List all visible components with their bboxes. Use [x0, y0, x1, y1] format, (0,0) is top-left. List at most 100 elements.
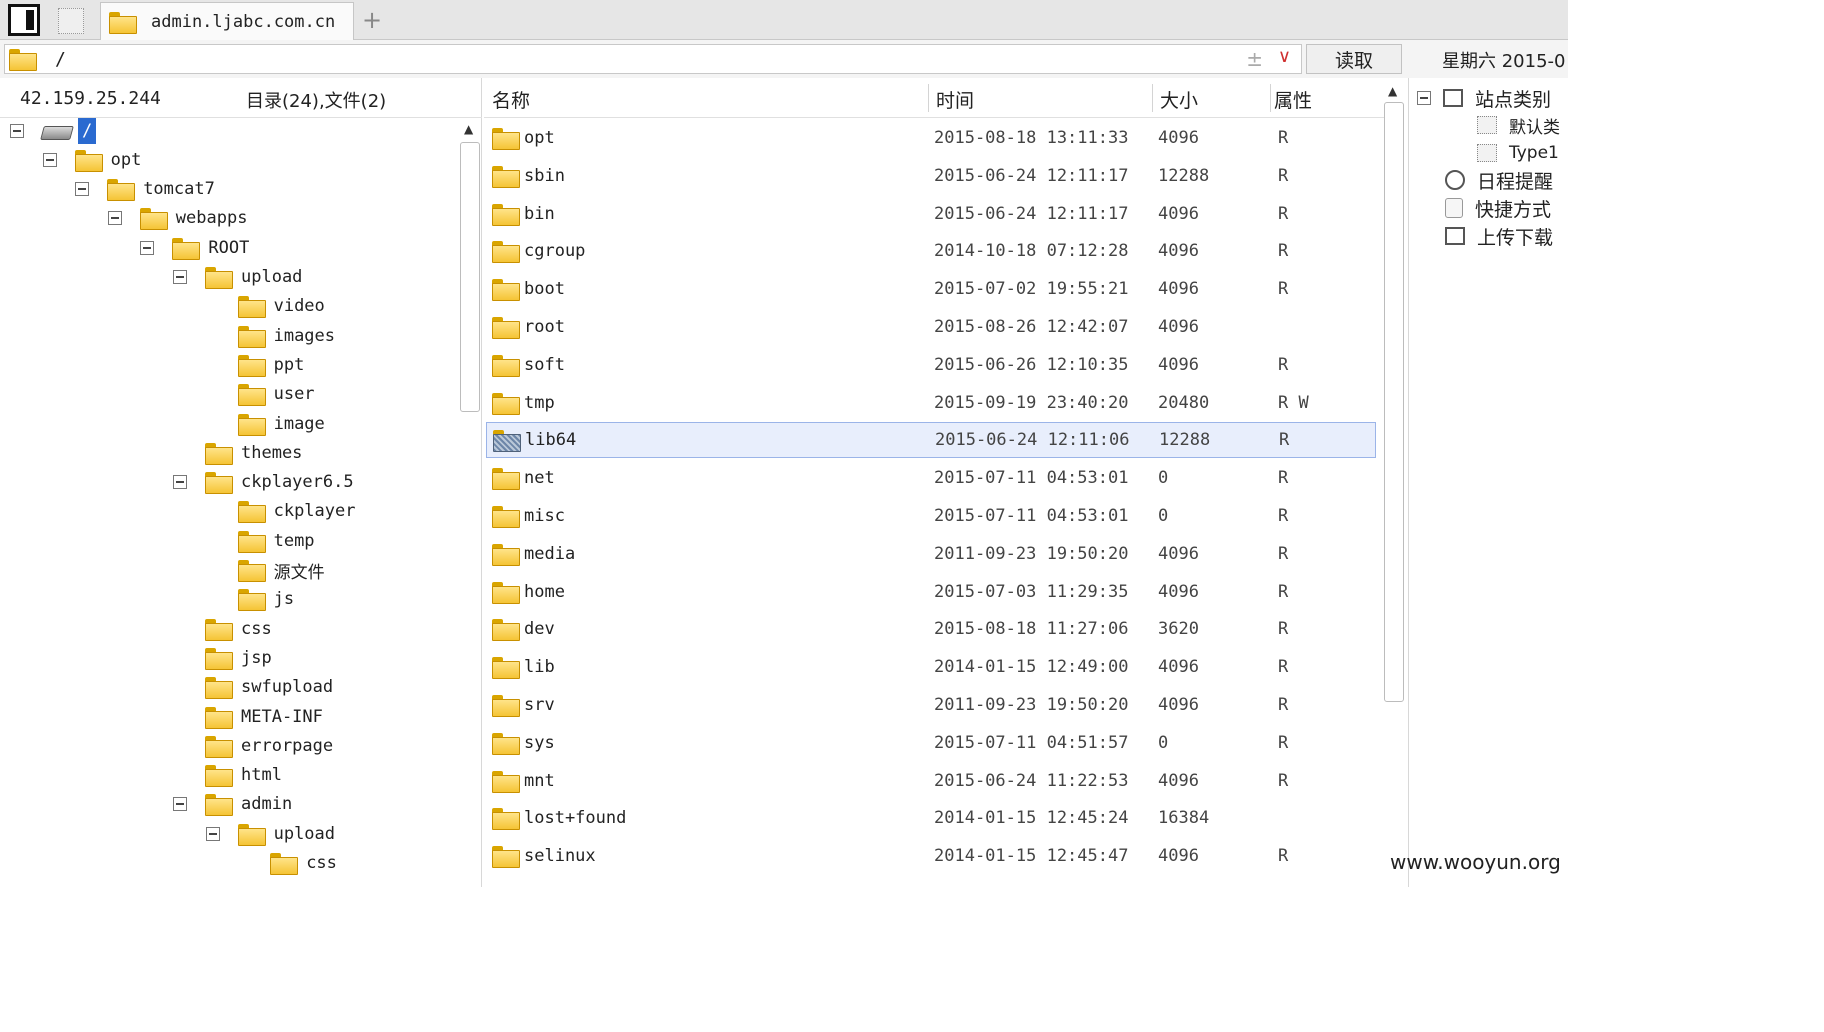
column-divider[interactable]	[928, 84, 929, 112]
file-attr: R	[1278, 128, 1289, 148]
new-tab-plus-icon[interactable]: +	[360, 6, 384, 34]
collapse-toggle-icon[interactable]	[10, 123, 24, 138]
file-row[interactable]: cgroup 2014-10-18 07:12:28 4096 R	[486, 233, 1376, 269]
header-attr[interactable]: 属性	[1274, 86, 1312, 113]
scroll-up-icon[interactable]: ▲	[464, 122, 473, 136]
collapse-toggle-icon[interactable]	[107, 211, 122, 226]
scroll-thumb[interactable]	[460, 142, 480, 412]
file-attr: R	[1278, 543, 1289, 564]
tree-node[interactable]: ckplayer6.5	[173, 468, 354, 497]
tree-node-site-category[interactable]: 站点类别	[1417, 84, 1551, 112]
tree-node[interactable]: webapps	[107, 204, 247, 233]
file-row[interactable]: lib 2014-01-15 12:49:00 4096 R	[486, 649, 1376, 685]
tree-node[interactable]: themes	[205, 438, 302, 467]
collapse-toggle-icon[interactable]	[42, 152, 57, 167]
scroll-thumb[interactable]	[1384, 102, 1404, 702]
tree-node-label: META-INF	[241, 706, 323, 727]
file-row[interactable]: sbin 2015-06-24 12:11:17 12288 R	[486, 158, 1376, 194]
file-row[interactable]: lost+found 2014-01-15 12:45:24 16384	[486, 800, 1376, 836]
file-row[interactable]: misc 2015-07-11 04:53:01 0 R	[486, 498, 1376, 534]
tree-node[interactable]: user	[237, 380, 315, 409]
collapse-toggle-icon[interactable]	[173, 270, 187, 284]
tree-node[interactable]: temp	[237, 526, 315, 555]
folder-icon	[492, 695, 520, 717]
collapse-toggle-icon[interactable]	[1417, 91, 1431, 105]
folder-icon	[492, 506, 520, 528]
file-time: 2014-01-15 12:45:47	[934, 846, 1129, 867]
file-row[interactable]: bin 2015-06-24 12:11:17 4096 R	[486, 196, 1376, 232]
file-row[interactable]: sys 2015-07-11 04:51:57 0 R	[486, 725, 1376, 761]
tree-node[interactable]: js	[237, 585, 294, 614]
tree-node[interactable]: images	[237, 321, 335, 350]
header-name[interactable]: 名称	[492, 86, 530, 113]
tree-node-transfer[interactable]: 上传下载	[1445, 222, 1553, 250]
file-name: tmp	[524, 392, 555, 413]
tree-node[interactable]: META-INF	[205, 702, 323, 731]
tree-node-schedule[interactable]: 日程提醒	[1445, 166, 1553, 194]
tree-node-shortcut[interactable]: 快捷方式	[1445, 194, 1551, 222]
collapse-toggle-icon[interactable]	[75, 182, 90, 197]
tree-node-type1[interactable]: Type1	[1477, 139, 1559, 167]
column-divider[interactable]	[1270, 84, 1271, 112]
list-scrollbar[interactable]: ▲	[1384, 84, 1404, 884]
collapse-toggle-icon[interactable]	[140, 240, 155, 255]
column-divider[interactable]	[1152, 84, 1153, 112]
panel-toggle-button[interactable]	[8, 4, 40, 36]
file-row[interactable]: selinux 2014-01-15 12:45:47 4096 R	[486, 838, 1376, 874]
file-row[interactable]: lib64 2015-06-24 12:11:06 12288 R	[486, 422, 1376, 459]
tab-site[interactable]: admin.ljabc.com.cn	[100, 2, 354, 40]
read-button[interactable]: 读取	[1306, 44, 1402, 74]
file-row[interactable]: soft 2015-06-26 12:10:35 4096 R	[486, 347, 1376, 383]
file-size: 4096	[1158, 354, 1199, 375]
file-row[interactable]: media 2011-09-23 19:50:20 4096 R	[486, 536, 1376, 572]
tree-node[interactable]: admin	[173, 790, 292, 819]
file-row[interactable]: opt 2015-08-18 13:11:33 4096 R	[486, 122, 1376, 156]
tree-node[interactable]: /	[10, 118, 97, 145]
file-row[interactable]: dev 2015-08-18 11:27:06 3620 R	[486, 611, 1376, 647]
tree-node[interactable]: upload	[205, 819, 336, 848]
tree-node[interactable]: jsp	[205, 643, 272, 672]
file-row[interactable]: net 2015-07-11 04:53:01 0 R	[486, 460, 1376, 496]
file-row[interactable]: srv 2011-09-23 19:50:20 4096 R	[486, 687, 1376, 723]
chevron-down-icon[interactable]: ∨	[1278, 46, 1291, 67]
file-name: sbin	[524, 165, 565, 186]
collapse-toggle-icon[interactable]	[173, 797, 187, 812]
header-time[interactable]: 时间	[936, 86, 974, 113]
mesh-folder-icon	[493, 430, 521, 453]
clock-icon	[1445, 170, 1465, 190]
collapse-toggle-icon[interactable]	[205, 826, 220, 841]
folder-icon	[237, 325, 266, 348]
tree-node-label: themes	[241, 442, 303, 463]
tree-scrollbar[interactable]: ▲	[460, 122, 480, 887]
file-row[interactable]: tmp 2015-09-19 23:40:20 20480 R W	[486, 385, 1376, 421]
tree-node[interactable]: swfupload	[205, 673, 333, 702]
plus-minus-icon[interactable]: ±	[1246, 47, 1263, 71]
collapse-toggle-icon[interactable]	[173, 475, 187, 490]
file-attr: R	[1278, 846, 1289, 867]
file-row[interactable]: boot 2015-07-02 19:55:21 4096 R	[486, 271, 1376, 307]
blank-tab-icon[interactable]	[58, 8, 84, 34]
file-name: dev	[524, 619, 555, 640]
tree-node[interactable]: ppt	[237, 350, 304, 379]
file-row[interactable]: root 2015-08-26 12:42:07 4096	[486, 309, 1376, 345]
tree-node-default-category[interactable]: 默认类	[1477, 111, 1560, 139]
tree-node[interactable]: ROOT	[140, 233, 249, 262]
tree-node[interactable]: errorpage	[205, 731, 333, 760]
tree-node[interactable]: css	[205, 614, 272, 643]
tree-node-label: upload	[273, 823, 336, 844]
tree-node[interactable]: upload	[173, 263, 302, 292]
tab-bar: admin.ljabc.com.cn +	[0, 0, 1568, 40]
file-row[interactable]: mnt 2015-06-24 11:22:53 4096 R	[486, 763, 1376, 799]
tree-node[interactable]: ckplayer	[237, 497, 355, 526]
tree-node[interactable]: image	[237, 409, 325, 438]
tree-node[interactable]: html	[205, 761, 282, 790]
tree-node[interactable]: opt	[42, 145, 141, 174]
scroll-up-icon[interactable]: ▲	[1388, 84, 1397, 98]
tree-node[interactable]: tomcat7	[75, 175, 215, 204]
tree-node[interactable]: 源文件	[237, 556, 325, 585]
tree-node[interactable]: video	[237, 292, 325, 321]
header-size[interactable]: 大小	[1160, 86, 1198, 113]
file-row[interactable]: home 2015-07-03 11:29:35 4096 R	[486, 574, 1376, 610]
path-input[interactable]	[55, 48, 1235, 70]
tree-node[interactable]: css	[270, 849, 337, 878]
